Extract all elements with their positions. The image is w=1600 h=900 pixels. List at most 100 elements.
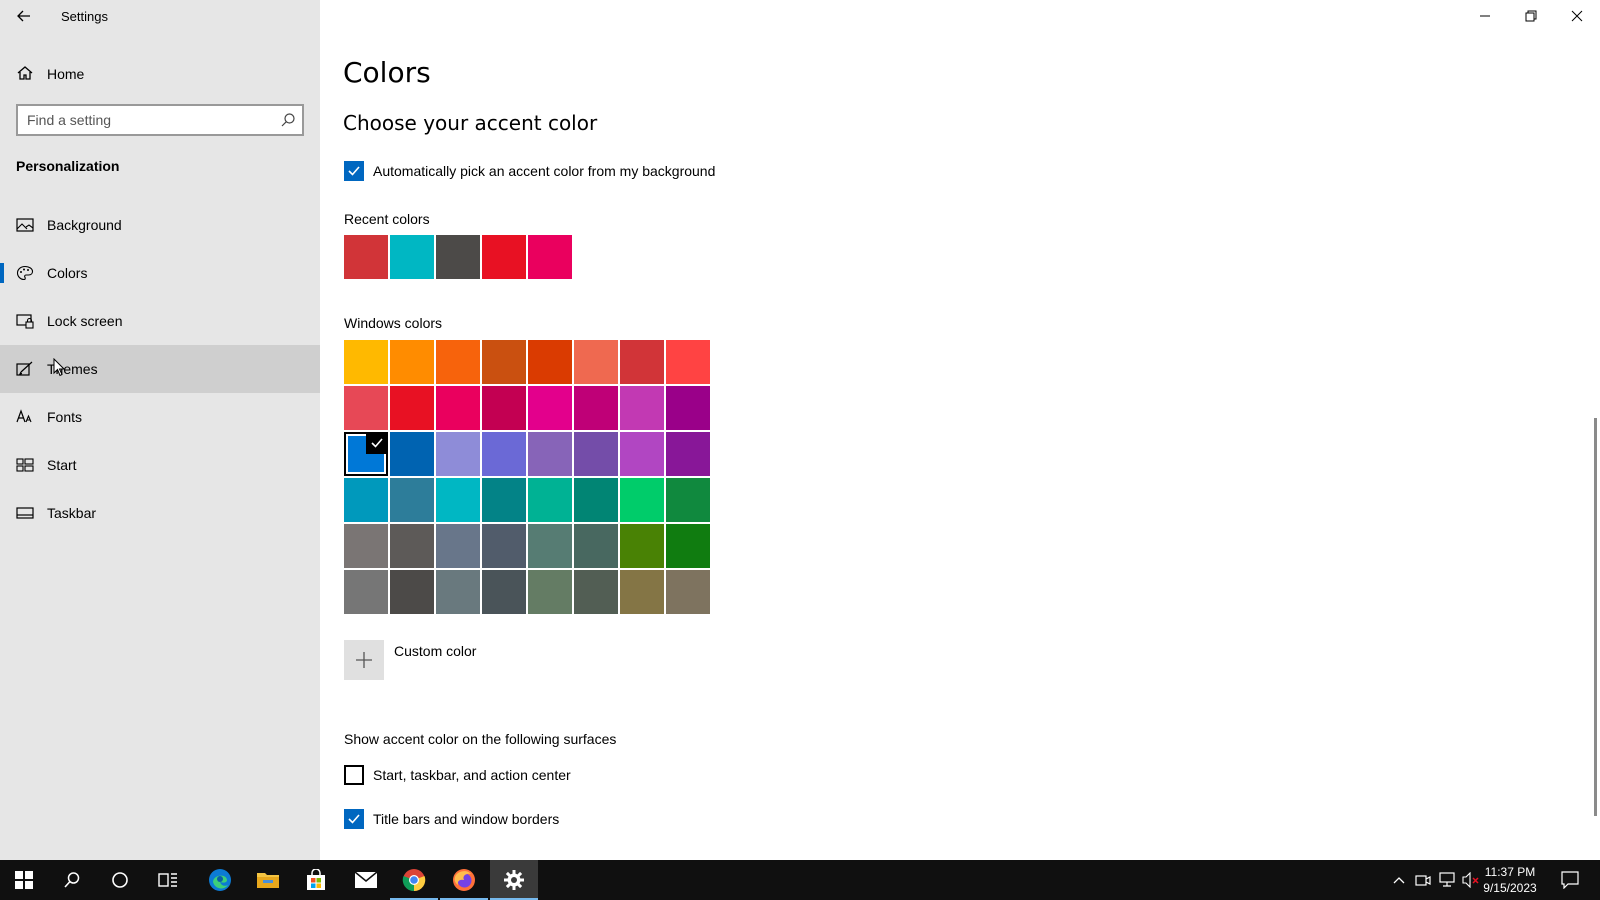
firefox-button[interactable]	[440, 860, 488, 900]
windows-color-swatch[interactable]	[574, 386, 618, 430]
windows-color-swatch[interactable]	[390, 524, 434, 568]
windows-color-swatch[interactable]	[528, 524, 572, 568]
scrollbar[interactable]	[1594, 418, 1597, 816]
sidebar: Settings Home Personalization Background	[0, 0, 320, 860]
store-button[interactable]	[292, 860, 340, 900]
recent-color-swatch[interactable]	[436, 235, 480, 279]
search-icon[interactable]	[280, 112, 296, 128]
windows-color-swatch[interactable]	[436, 478, 480, 522]
system-clock[interactable]: 11:37 PM 9/15/2023	[1476, 864, 1544, 896]
windows-color-swatch[interactable]	[620, 524, 664, 568]
task-view-button[interactable]	[144, 860, 192, 900]
home-nav-item[interactable]: Home	[0, 56, 320, 92]
edge-button[interactable]	[196, 860, 244, 900]
custom-color-label[interactable]: Custom color	[394, 643, 476, 659]
windows-color-swatch[interactable]	[344, 386, 388, 430]
start-button[interactable]	[0, 860, 48, 900]
sidebar-item-label: Lock screen	[47, 313, 123, 329]
windows-color-swatch[interactable]	[666, 524, 710, 568]
windows-color-swatch[interactable]	[482, 478, 526, 522]
recent-color-swatch[interactable]	[528, 235, 572, 279]
windows-color-swatch[interactable]	[436, 386, 480, 430]
windows-color-swatch[interactable]	[620, 478, 664, 522]
recent-color-swatch[interactable]	[482, 235, 526, 279]
back-button[interactable]	[10, 4, 38, 28]
sidebar-item-start[interactable]: Start	[0, 441, 320, 489]
taskbar-search-button[interactable]	[48, 860, 96, 900]
cortana-button[interactable]	[96, 860, 144, 900]
windows-color-swatch[interactable]	[482, 524, 526, 568]
windows-color-swatch[interactable]	[666, 340, 710, 384]
surface-start-checkbox[interactable]	[344, 765, 364, 785]
windows-color-swatch[interactable]	[528, 432, 572, 476]
windows-color-swatch[interactable]	[482, 432, 526, 476]
sidebar-item-label: Fonts	[47, 409, 83, 425]
windows-color-swatch[interactable]	[620, 340, 664, 384]
windows-color-swatch[interactable]	[574, 524, 618, 568]
search-input[interactable]	[18, 106, 268, 134]
sidebar-item-lock-screen[interactable]: Lock screen	[0, 297, 320, 345]
mail-button[interactable]	[342, 860, 390, 900]
surface-start-label: Start, taskbar, and action center	[373, 767, 571, 783]
surface-title-row[interactable]: Title bars and window borders	[344, 809, 559, 829]
surface-title-checkbox[interactable]	[344, 809, 364, 829]
windows-color-swatch[interactable]	[528, 478, 572, 522]
network-button[interactable]	[1436, 860, 1458, 900]
windows-color-swatch[interactable]	[666, 386, 710, 430]
windows-color-swatch[interactable]	[574, 570, 618, 614]
windows-color-swatch[interactable]	[344, 340, 388, 384]
sidebar-item-taskbar[interactable]: Taskbar	[0, 489, 320, 537]
action-center-button[interactable]	[1552, 860, 1588, 900]
windows-color-swatch[interactable]	[436, 432, 480, 476]
settings-taskbar-button[interactable]	[490, 860, 538, 900]
windows-color-swatch[interactable]	[482, 570, 526, 614]
windows-color-swatch[interactable]	[482, 340, 526, 384]
windows-color-swatch[interactable]	[436, 570, 480, 614]
sidebar-item-fonts[interactable]: Fonts	[0, 393, 320, 441]
windows-color-swatch[interactable]	[528, 340, 572, 384]
windows-color-swatch[interactable]	[390, 478, 434, 522]
show-hidden-icons-button[interactable]	[1388, 860, 1410, 900]
surface-start-row[interactable]: Start, taskbar, and action center	[344, 765, 571, 785]
windows-colors-label: Windows colors	[344, 315, 443, 331]
windows-color-swatch[interactable]	[344, 432, 388, 476]
windows-color-swatch[interactable]	[390, 340, 434, 384]
windows-color-swatch[interactable]	[666, 478, 710, 522]
windows-color-swatch[interactable]	[344, 524, 388, 568]
edge-browser-icon	[209, 869, 231, 891]
minimize-button[interactable]	[1462, 0, 1508, 32]
windows-color-swatch[interactable]	[666, 570, 710, 614]
windows-color-swatch[interactable]	[528, 386, 572, 430]
windows-color-swatch[interactable]	[436, 524, 480, 568]
windows-color-swatch[interactable]	[620, 432, 664, 476]
chrome-button[interactable]	[390, 860, 438, 900]
windows-color-swatch[interactable]	[574, 432, 618, 476]
windows-color-swatch[interactable]	[574, 340, 618, 384]
windows-color-swatch[interactable]	[390, 570, 434, 614]
file-explorer-button[interactable]	[244, 860, 292, 900]
auto-pick-checkbox-row[interactable]: Automatically pick an accent color from …	[344, 161, 715, 181]
search-box[interactable]	[16, 104, 304, 136]
sidebar-item-background[interactable]: Background	[0, 201, 320, 249]
sidebar-item-label: Background	[47, 217, 122, 233]
windows-color-swatch[interactable]	[436, 340, 480, 384]
close-button[interactable]	[1554, 0, 1600, 32]
restore-button[interactable]	[1508, 0, 1554, 32]
recent-color-swatch[interactable]	[344, 235, 388, 279]
sidebar-item-themes[interactable]: Themes	[0, 345, 320, 393]
custom-color-button[interactable]	[344, 640, 384, 680]
windows-color-swatch[interactable]	[344, 570, 388, 614]
windows-color-swatch[interactable]	[482, 386, 526, 430]
windows-color-swatch[interactable]	[574, 478, 618, 522]
windows-color-swatch[interactable]	[620, 570, 664, 614]
windows-color-swatch[interactable]	[620, 386, 664, 430]
windows-color-swatch[interactable]	[390, 386, 434, 430]
windows-color-swatch[interactable]	[666, 432, 710, 476]
windows-color-swatch[interactable]	[390, 432, 434, 476]
meet-now-button[interactable]	[1412, 860, 1434, 900]
windows-color-swatch[interactable]	[528, 570, 572, 614]
recent-color-swatch[interactable]	[390, 235, 434, 279]
windows-color-swatch[interactable]	[344, 478, 388, 522]
auto-pick-checkbox[interactable]	[344, 161, 364, 181]
sidebar-item-colors[interactable]: Colors	[0, 249, 320, 297]
